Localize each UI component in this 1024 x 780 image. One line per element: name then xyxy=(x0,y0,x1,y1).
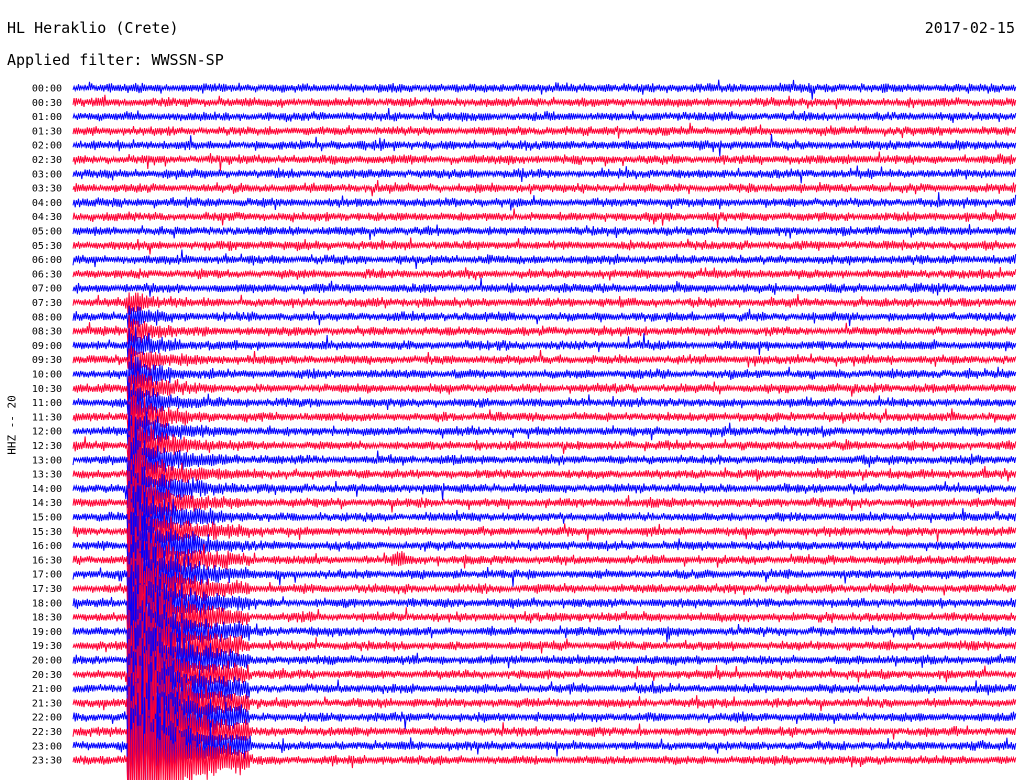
trace-row-0330 xyxy=(72,179,1017,197)
trace-row-0700 xyxy=(72,277,1017,297)
row-time-label: 05:00 xyxy=(32,227,62,238)
row-time-label: 12:30 xyxy=(32,441,62,452)
row-time-label: 23:30 xyxy=(32,756,62,767)
trace-row-0600 xyxy=(72,249,1017,269)
row-time-label: 21:30 xyxy=(32,698,62,709)
helicorder-plot: 00:00 00:30 01:00 01:30 02:00 02:30 03:00 03:30… xyxy=(32,79,1017,780)
trace-row-0100 xyxy=(72,107,1017,123)
row-time-label: 19:30 xyxy=(32,641,62,652)
row-time-label: 03:00 xyxy=(32,169,62,180)
row-time-label: 01:00 xyxy=(32,112,62,123)
trace-row-0430 xyxy=(72,208,1017,228)
row-time-label: 18:00 xyxy=(32,598,62,609)
row-time-label: 02:00 xyxy=(32,141,62,152)
row-time-label: 17:00 xyxy=(32,570,62,581)
row-time-label: 06:30 xyxy=(32,269,62,280)
trace-row-1400 xyxy=(72,460,1017,520)
row-time-label: 07:30 xyxy=(32,298,62,309)
row-time-label: 08:30 xyxy=(32,327,62,338)
row-time-label: 09:30 xyxy=(32,355,62,366)
row-time-label: 00:30 xyxy=(32,98,62,109)
row-time-label: 14:00 xyxy=(32,484,62,495)
trace-row-0030 xyxy=(72,94,1017,110)
row-time-label: 20:30 xyxy=(32,670,62,681)
row-time-label: 16:00 xyxy=(32,541,62,552)
trace-row-1200 xyxy=(72,404,1017,459)
row-time-label: 07:00 xyxy=(32,284,62,295)
trace-row-0530 xyxy=(72,237,1017,255)
trace-row-0800 xyxy=(72,305,1017,331)
row-time-label: 14:30 xyxy=(32,498,62,509)
row-time-label: 03:30 xyxy=(32,184,62,195)
row-time-label: 15:00 xyxy=(32,513,62,524)
row-time-label: 04:30 xyxy=(32,212,62,223)
row-time-label: 09:00 xyxy=(32,341,62,352)
trace-row-0230 xyxy=(72,151,1017,171)
row-time-label: 13:30 xyxy=(32,470,62,481)
row-time-label: 12:00 xyxy=(32,427,62,438)
trace-row-0730 xyxy=(72,292,1017,315)
row-time-label: 10:00 xyxy=(32,370,62,381)
row-time-label: 22:00 xyxy=(32,713,62,724)
trace-row-0130 xyxy=(72,122,1017,139)
row-time-label: 16:30 xyxy=(32,555,62,566)
trace-row-0000 xyxy=(72,79,1017,100)
row-time-label: 15:30 xyxy=(32,527,62,538)
row-time-label: 11:30 xyxy=(32,412,62,423)
row-time-label: 06:00 xyxy=(32,255,62,266)
row-time-label: 19:00 xyxy=(32,627,62,638)
trace-row-0200 xyxy=(72,134,1017,157)
row-time-label: 02:30 xyxy=(32,155,62,166)
row-time-label: 05:30 xyxy=(32,241,62,252)
row-time-label: 00:00 xyxy=(32,84,62,95)
trace-row-0400 xyxy=(72,192,1017,211)
row-time-label: 22:30 xyxy=(32,727,62,738)
trace-row-0630 xyxy=(72,267,1017,281)
trace-row-0500 xyxy=(72,224,1017,241)
row-time-label: 18:30 xyxy=(32,613,62,624)
row-time-label: 17:30 xyxy=(32,584,62,595)
row-time-label: 01:30 xyxy=(32,126,62,137)
seismic-traces xyxy=(72,79,1017,780)
row-time-label: 08:00 xyxy=(32,312,62,323)
row-time-label: 21:00 xyxy=(32,684,62,695)
row-time-label: 04:00 xyxy=(32,198,62,209)
row-time-label: 11:00 xyxy=(32,398,62,409)
row-time-label: 20:00 xyxy=(32,656,62,667)
row-time-label: 23:00 xyxy=(32,741,62,752)
row-time-label: 10:30 xyxy=(32,384,62,395)
time-axis-labels: 00:00 00:30 01:00 01:30 02:00 02:30 03:00 03:30… xyxy=(32,84,62,767)
trace-row-0830 xyxy=(72,314,1017,348)
row-time-label: 13:00 xyxy=(32,455,62,466)
trace-row-0300 xyxy=(72,165,1017,184)
